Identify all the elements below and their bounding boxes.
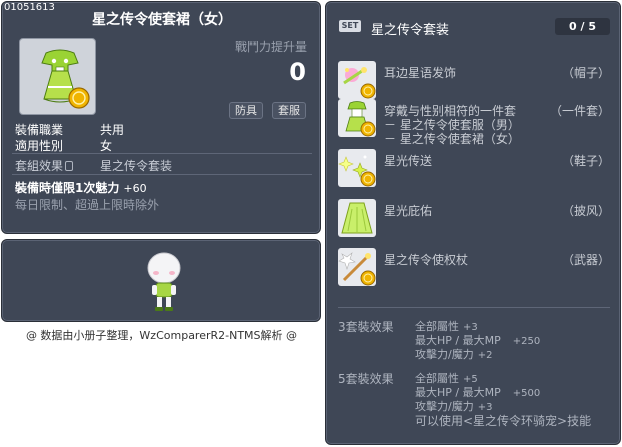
lock-icon <box>65 161 74 171</box>
set-item-type: （一件套） <box>549 104 610 118</box>
coin-icon <box>360 270 376 286</box>
set-effect-row: 套組效果 星之传令套装 <box>15 157 172 174</box>
coin-icon <box>360 171 376 187</box>
coin-icon <box>360 121 376 137</box>
job-label: 裝備職業 <box>15 123 64 137</box>
coin-icon <box>360 83 376 99</box>
character-preview <box>147 252 181 311</box>
set-effect-label: 套組效果 <box>15 159 64 173</box>
set-item-name: 星之传令使权杖 <box>384 253 469 267</box>
effect-line: 可以使用<星之传令环骑宠>技能 <box>415 414 592 428</box>
category-set-button[interactable]: 套服 <box>272 102 306 119</box>
set-item[interactable]: 穿戴与性别相符的一件套 （一件套） － 星之传令使套服（男） － 星之传令使套裙… <box>338 99 614 149</box>
set-effect-label: 5套裝效果 <box>338 372 394 386</box>
set-effect-value: 星之传令套装 <box>100 159 173 173</box>
daily-limit-note: 每日限制、超過上限時除外 <box>15 198 160 212</box>
set-item-name: 耳边星语发饰 <box>384 66 457 80</box>
set-item[interactable]: 星光庇佑 （披风） <box>338 199 614 243</box>
equip-limit-label: 裝備時僅限1次魅力 <box>15 181 120 195</box>
item-icon-frame <box>19 38 96 115</box>
divider <box>12 153 312 154</box>
gender-label: 適用性別 <box>15 139 64 153</box>
set-item-type: （鞋子） <box>561 154 610 168</box>
divider <box>12 174 312 175</box>
set-badge: SET <box>339 20 361 32</box>
set-count: 0 / 5 <box>555 18 610 35</box>
divider <box>338 307 610 308</box>
set-title: 星之传令套装 <box>371 23 450 38</box>
equip-limit: 裝備時僅限1次魅力 +60 <box>15 179 147 196</box>
credit-text: @ 数据由小册子整理，WzComparerR2-NTMS解析 @ <box>25 329 298 342</box>
set-info-panel: SET 星之传令套装 0 / 5 耳边星语发饰 （帽子） 穿戴与性别相符的一件套… <box>325 1 621 445</box>
power-increase-value: 0 <box>289 58 306 86</box>
power-increase-label: 戰鬥力提升量 <box>234 40 307 54</box>
hair-accessory-icon <box>338 61 376 99</box>
set-item-type: （披风） <box>561 204 610 218</box>
avatar-preview-panel <box>1 239 321 322</box>
set-item-name: 星光传送 <box>384 154 433 168</box>
set-item-type: （帽子） <box>561 66 610 80</box>
equip-limit-value: +60 <box>123 182 147 195</box>
set-item[interactable]: 星光传送 （鞋子） <box>338 149 614 193</box>
sparkle-shoes-icon <box>338 149 376 187</box>
cape-icon <box>338 199 376 237</box>
set-effect-label: 3套裝效果 <box>338 320 394 334</box>
set-item-sub: － 星之传令使套裙（女） <box>384 132 520 146</box>
item-tooltip-panel: 01051613 星之传令使套裙（女） 戰鬥力提升量 0 防具 套服 裝備職業共… <box>1 1 321 234</box>
coin-icon <box>68 87 90 109</box>
category-armor-button[interactable]: 防具 <box>229 102 263 119</box>
job-row: 裝備職業 共用 <box>15 121 124 138</box>
effect-line: 攻擊力/魔力 +2 <box>415 348 493 361</box>
item-name: 星之传令使套裙（女） <box>92 12 232 28</box>
set-item[interactable]: 星之传令使权杖 （武器） <box>338 248 614 292</box>
scepter-icon <box>338 248 376 286</box>
outfit-icon <box>338 99 376 137</box>
gender-row: 適用性別 女 <box>15 137 112 154</box>
set-item-name: 星光庇佑 <box>384 204 433 218</box>
job-value: 共用 <box>100 123 125 137</box>
set-item-type: （武器） <box>561 253 610 267</box>
gender-value: 女 <box>100 139 113 153</box>
